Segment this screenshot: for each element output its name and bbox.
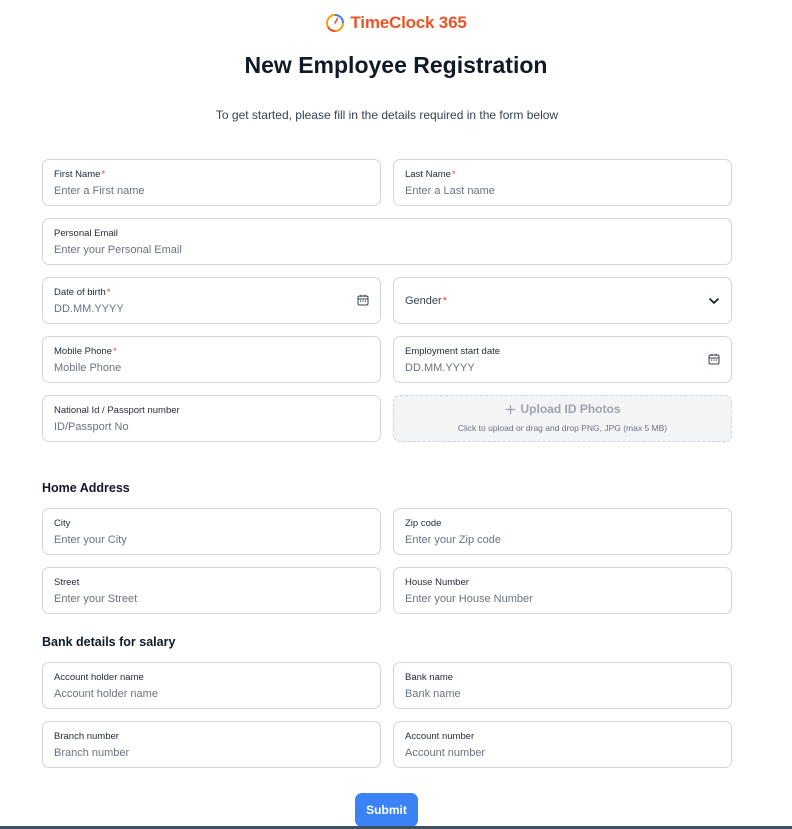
- mobile-phone-input[interactable]: Mobile Phone: [54, 361, 369, 375]
- upload-title-text: Upload ID Photos: [520, 402, 621, 416]
- bank-name-label: Bank name: [405, 672, 454, 683]
- required-mark: *: [106, 287, 111, 298]
- street-input[interactable]: Enter your Street: [54, 592, 369, 606]
- city-label: City: [54, 518, 71, 529]
- last-name-input[interactable]: Enter a Last name: [405, 184, 720, 198]
- account-holder-input[interactable]: Account holder name: [54, 687, 369, 701]
- first-name-label: First Name*: [54, 169, 106, 180]
- date-of-birth-label: Date of birth*: [54, 287, 111, 298]
- page-title: New Employee Registration: [244, 52, 548, 78]
- national-id-label: National Id / Passport number: [54, 405, 180, 416]
- brand-name: TimeClock 365: [350, 13, 467, 32]
- personal-email-input[interactable]: Enter your Personal Email: [54, 243, 720, 257]
- required-mark: *: [113, 346, 117, 357]
- house-number-label: House Number: [405, 577, 469, 588]
- national-id-input[interactable]: ID/Passport No: [54, 420, 369, 434]
- first-name-input[interactable]: Enter a First name: [54, 184, 369, 198]
- last-name-field[interactable]: Last Name* Enter a Last name: [393, 159, 732, 206]
- last-name-label: Last Name*: [405, 169, 456, 180]
- first-name-field[interactable]: First Name* Enter a First name: [42, 159, 381, 206]
- branch-number-label: Branch number: [54, 731, 119, 742]
- bank-details-heading: Bank details for salary: [42, 635, 176, 649]
- house-number-field[interactable]: House Number Enter your House Number: [393, 567, 732, 614]
- date-of-birth-input[interactable]: DD.MM.YYYY: [54, 302, 369, 316]
- chevron-down-icon[interactable]: [708, 295, 720, 307]
- required-mark: *: [442, 294, 447, 307]
- mobile-phone-field[interactable]: Mobile Phone* Mobile Phone: [42, 336, 381, 383]
- street-label: Street: [54, 577, 80, 588]
- required-mark: *: [451, 169, 456, 180]
- house-number-input[interactable]: Enter your House Number: [405, 592, 720, 606]
- employment-start-date-label: Employment start date: [405, 346, 501, 357]
- zip-code-field[interactable]: Zip code Enter your Zip code: [393, 508, 732, 555]
- mobile-phone-label: Mobile Phone*: [54, 346, 117, 357]
- personal-email-label: Personal Email: [54, 228, 118, 239]
- plus-icon: [505, 404, 515, 414]
- submit-button[interactable]: Submit: [355, 793, 418, 827]
- home-address-heading: Home Address: [42, 481, 130, 495]
- zip-code-label: Zip code: [405, 518, 442, 529]
- gender-label: Gender*: [405, 294, 447, 307]
- upload-title: Upload ID Photos: [394, 402, 731, 416]
- gender-select[interactable]: Gender*: [393, 277, 732, 324]
- branch-number-input[interactable]: Branch number: [54, 746, 369, 760]
- account-number-input[interactable]: Account number: [405, 746, 720, 760]
- city-input[interactable]: Enter your City: [54, 533, 369, 547]
- employment-start-date-field[interactable]: Employment start date DD.MM.YYYY: [393, 336, 732, 383]
- account-holder-field[interactable]: Account holder name Account holder name: [42, 662, 381, 709]
- upload-id-photos-dropzone[interactable]: Upload ID Photos Click to upload or drag…: [393, 395, 732, 442]
- street-field[interactable]: Street Enter your Street: [42, 567, 381, 614]
- bank-name-input[interactable]: Bank name: [405, 687, 720, 701]
- branch-number-field[interactable]: Branch number Branch number: [42, 721, 381, 768]
- required-mark: *: [101, 169, 106, 180]
- city-field[interactable]: City Enter your City: [42, 508, 381, 555]
- account-number-label: Account number: [405, 731, 475, 742]
- national-id-field[interactable]: National Id / Passport number ID/Passpor…: [42, 395, 381, 442]
- page-subtitle: To get started, please fill in the detai…: [215, 108, 559, 122]
- account-number-field[interactable]: Account number Account number: [393, 721, 732, 768]
- calendar-icon[interactable]: [357, 294, 369, 306]
- clock-logo-icon: [326, 14, 345, 33]
- zip-code-input[interactable]: Enter your Zip code: [405, 533, 720, 547]
- account-holder-label: Account holder name: [54, 672, 144, 683]
- date-of-birth-field[interactable]: Date of birth* DD.MM.YYYY: [42, 277, 381, 324]
- brand-logo: TimeClock 365: [0, 13, 792, 33]
- personal-email-field[interactable]: Personal Email Enter your Personal Email: [42, 218, 732, 265]
- bank-name-field[interactable]: Bank name Bank name: [393, 662, 732, 709]
- employment-start-date-input[interactable]: DD.MM.YYYY: [405, 361, 720, 375]
- upload-hint: Click to upload or drag and drop PNG, JP…: [457, 423, 668, 433]
- calendar-icon[interactable]: [708, 353, 720, 365]
